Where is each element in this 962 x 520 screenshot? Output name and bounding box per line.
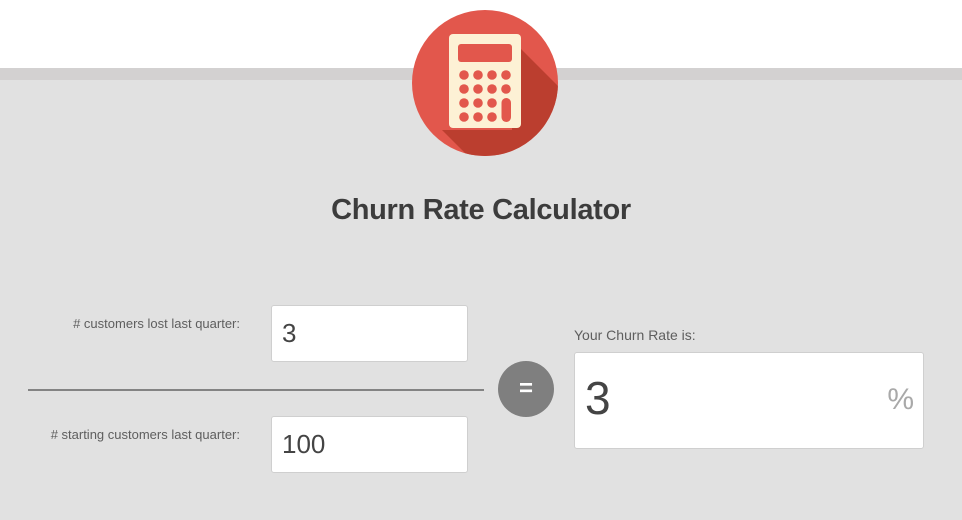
percent-unit: % [887,383,914,416]
page-title: Churn Rate Calculator [331,194,631,226]
equals-icon: = [498,361,554,417]
fraction-divider [28,389,484,391]
churn-rate-label: Your Churn Rate is: [574,327,696,343]
customers-lost-input[interactable] [271,305,468,362]
churn-rate-result-box: 3 % [574,352,924,449]
churn-rate-value: 3 [585,372,611,424]
starting-customers-input[interactable] [271,416,468,473]
starting-customers-label: # starting customers last quarter: [50,427,240,442]
customers-lost-label: # customers lost last quarter: [73,316,240,331]
calculator-icon [412,10,558,156]
